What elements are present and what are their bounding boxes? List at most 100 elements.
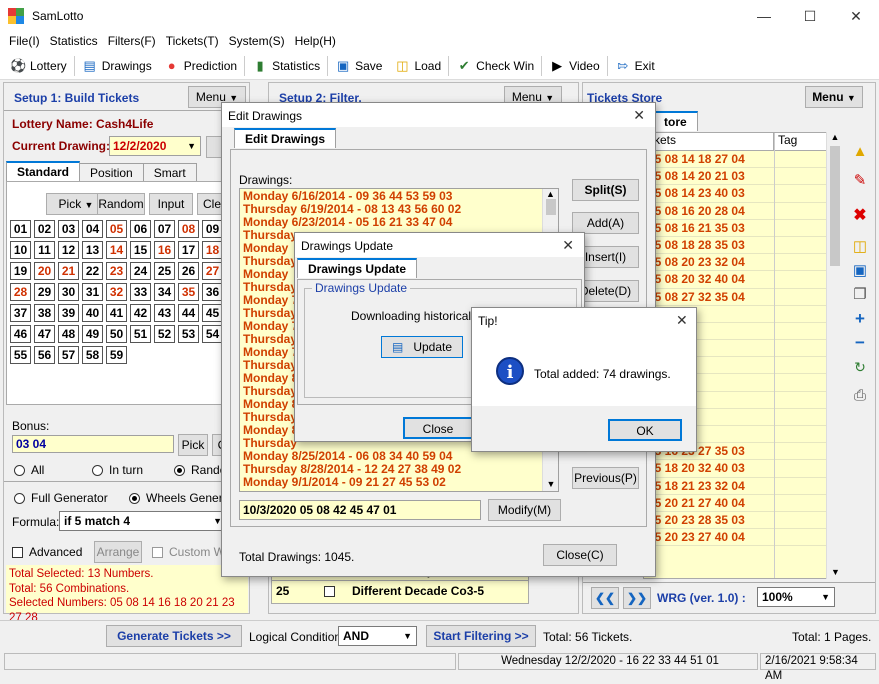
- list-item[interactable]: Monday 9/1/2014 - 09 21 27 45 53 02: [243, 476, 555, 489]
- toolbar-statistics-button[interactable]: ▮ Statistics: [246, 54, 326, 78]
- number-button[interactable]: 52: [154, 325, 175, 343]
- number-button[interactable]: 45: [202, 304, 223, 322]
- number-button[interactable]: 28: [10, 283, 31, 301]
- formula-select[interactable]: if 5 match 4: [59, 511, 227, 531]
- number-button[interactable]: 21: [58, 262, 79, 280]
- radio-all[interactable]: All: [14, 463, 44, 477]
- close-icon[interactable]: ✕: [676, 312, 688, 329]
- number-button[interactable]: 17: [178, 241, 199, 259]
- random-button[interactable]: Random: [97, 193, 145, 215]
- number-button[interactable]: 37: [10, 304, 31, 322]
- number-button[interactable]: 29: [34, 283, 55, 301]
- number-button[interactable]: 50: [106, 325, 127, 343]
- number-button[interactable]: 03: [58, 220, 79, 238]
- split-button[interactable]: Split(S): [572, 179, 639, 201]
- number-button[interactable]: 04: [82, 220, 103, 238]
- close-icon[interactable]: ✕: [833, 0, 879, 32]
- modify-button[interactable]: Modify(M): [488, 499, 561, 521]
- tab-edit-drawings[interactable]: Edit Drawings: [234, 128, 337, 148]
- logical-condition-select[interactable]: AND: [338, 626, 417, 646]
- number-button[interactable]: 31: [82, 283, 103, 301]
- copy-icon[interactable]: ❐: [848, 285, 872, 307]
- previous-button[interactable]: Previous(P): [572, 467, 639, 489]
- maximize-icon[interactable]: ☐: [787, 0, 833, 32]
- number-button[interactable]: 34: [154, 283, 175, 301]
- number-button[interactable]: 27: [202, 262, 223, 280]
- update-close-button[interactable]: Close: [403, 417, 473, 439]
- toolbar-save-button[interactable]: ▣ Save: [329, 54, 388, 78]
- list-item[interactable]: Thursday 6/19/2014 - 08 13 43 56 60 02: [243, 203, 555, 216]
- number-button[interactable]: 55: [10, 346, 31, 364]
- number-button[interactable]: 01: [10, 220, 31, 238]
- table-row[interactable]: 05 18 20 32 40 03: [644, 460, 842, 478]
- table-row[interactable]: 05 08 14 23 40 03: [644, 185, 842, 203]
- radio-full-generator[interactable]: Full Generator: [14, 491, 108, 505]
- number-button[interactable]: 23: [106, 262, 127, 280]
- number-button[interactable]: 39: [58, 304, 79, 322]
- toolbar-exit-button[interactable]: ⇰ Exit: [609, 54, 661, 78]
- tab-position[interactable]: Position: [79, 163, 144, 181]
- menu-statistics[interactable]: Statistics: [45, 32, 103, 52]
- toolbar-video-button[interactable]: ▶ Video: [543, 54, 605, 78]
- number-button[interactable]: 14: [106, 241, 127, 259]
- close-icon[interactable]: ✕: [562, 237, 574, 254]
- menu-filters[interactable]: Filters(F): [103, 32, 161, 52]
- tab-standard[interactable]: Standard: [6, 161, 81, 181]
- store-menu-button[interactable]: Menu ▼: [805, 86, 863, 108]
- scroll-up-icon[interactable]: ▲: [543, 189, 558, 199]
- number-button[interactable]: 12: [58, 241, 79, 259]
- add-icon[interactable]: +: [848, 309, 872, 331]
- number-button[interactable]: 47: [34, 325, 55, 343]
- number-button[interactable]: 26: [178, 262, 199, 280]
- load-icon[interactable]: ▲: [848, 143, 872, 165]
- number-button[interactable]: 59: [106, 346, 127, 364]
- number-button[interactable]: 08: [178, 220, 199, 238]
- arrange-button[interactable]: Arrange: [94, 541, 142, 563]
- number-button[interactable]: 20: [34, 262, 55, 280]
- update-button[interactable]: ▤ Update: [381, 336, 463, 358]
- number-button[interactable]: 42: [130, 304, 151, 322]
- number-button[interactable]: 38: [34, 304, 55, 322]
- table-row[interactable]: 05 18 21 23 32 04: [644, 478, 842, 495]
- folder-icon[interactable]: ◫: [848, 237, 872, 259]
- list-item[interactable]: Thursday 8/28/2014 - 12 24 27 38 49 02: [243, 463, 555, 476]
- clean-icon[interactable]: ✎: [848, 171, 872, 193]
- first-page-button[interactable]: ❮❮: [591, 587, 619, 609]
- menu-file[interactable]: File(I): [4, 32, 45, 52]
- table-row[interactable]: 05 08 20 32 40 04: [644, 271, 842, 289]
- scroll-down-icon[interactable]: ▼: [543, 479, 559, 489]
- table-row[interactable]: 05 20 21 27 40 04: [644, 495, 842, 512]
- table-row[interactable]: 05 08 14 20 21 03: [644, 168, 842, 186]
- number-button[interactable]: 22: [82, 262, 103, 280]
- number-button[interactable]: 18: [202, 241, 223, 259]
- list-item[interactable]: Monday 6/23/2014 - 05 16 21 33 47 04: [243, 216, 555, 229]
- number-button[interactable]: 02: [34, 220, 55, 238]
- table-row[interactable]: 25 Different Decade Co3-5: [272, 581, 528, 601]
- number-button[interactable]: 40: [82, 304, 103, 322]
- number-button[interactable]: 53: [178, 325, 199, 343]
- start-filtering-button[interactable]: Start Filtering >>: [426, 625, 536, 647]
- input-button[interactable]: Input: [149, 193, 193, 215]
- next-page-button[interactable]: ❯❯: [623, 587, 651, 609]
- add-button[interactable]: Add(A): [572, 212, 639, 234]
- table-row[interactable]: 05 08 16 20 28 04: [644, 203, 842, 220]
- current-drawing-combo[interactable]: 12/2/2020 ▼: [109, 136, 201, 156]
- number-button[interactable]: 44: [178, 304, 199, 322]
- table-row[interactable]: 05 08 18 28 35 03: [644, 237, 842, 255]
- close-button[interactable]: Close(C): [543, 544, 617, 566]
- number-button[interactable]: 13: [82, 241, 103, 259]
- number-button[interactable]: 15: [130, 241, 151, 259]
- number-button[interactable]: 06: [130, 220, 151, 238]
- number-button[interactable]: 19: [10, 262, 31, 280]
- ok-button[interactable]: OK: [608, 419, 682, 441]
- number-button[interactable]: 56: [34, 346, 55, 364]
- zoom-select[interactable]: 100%: [757, 587, 835, 607]
- list-item[interactable]: Monday 6/16/2014 - 09 36 44 53 59 03: [243, 190, 555, 203]
- bonus-pick-button[interactable]: Pick: [178, 434, 208, 456]
- close-icon[interactable]: ✕: [633, 107, 645, 124]
- number-button[interactable]: 33: [130, 283, 151, 301]
- menu-tickets[interactable]: Tickets(T): [161, 32, 224, 52]
- number-button[interactable]: 46: [10, 325, 31, 343]
- toolbar-prediction-button[interactable]: ● Prediction: [158, 54, 243, 78]
- menu-system[interactable]: System(S): [224, 32, 290, 52]
